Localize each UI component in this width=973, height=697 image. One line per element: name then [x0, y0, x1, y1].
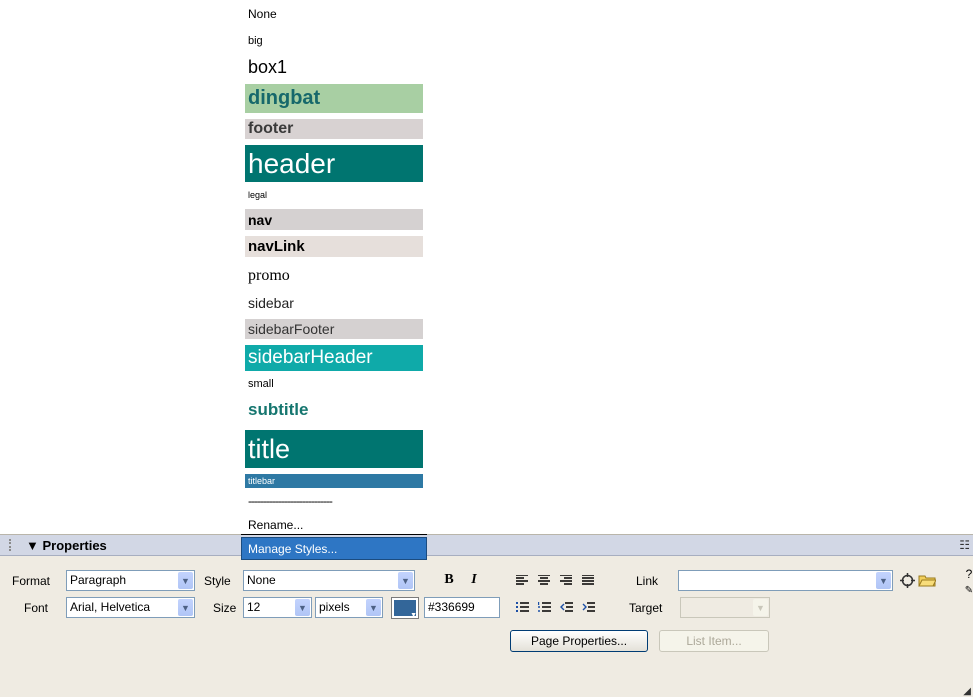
style-option-promo[interactable]: promo [245, 265, 423, 287]
chevron-down-icon[interactable]: ▼ [398, 572, 413, 589]
style-option-header[interactable]: header [245, 145, 423, 182]
properties-panel-header[interactable]: ▼ Properties ☷ [0, 535, 973, 556]
picker-arrow-icon: ▼ [410, 612, 417, 619]
align-left-icon[interactable] [513, 571, 531, 589]
outdent-icon[interactable] [557, 598, 575, 616]
style-label: Style [204, 574, 231, 588]
target-label: Target [629, 601, 663, 615]
manage-styles-option[interactable]: Manage Styles... [241, 537, 427, 560]
style-option-sidebarheader[interactable]: sidebarHeader [245, 345, 423, 371]
chevron-down-icon[interactable]: ▼ [178, 599, 193, 616]
style-option-sidebar[interactable]: sidebar [245, 293, 423, 313]
style-option-box1[interactable]: box1 [245, 56, 423, 78]
style-option-nav[interactable]: nav [245, 209, 423, 230]
quick-tag-editor-icon[interactable]: ✎ [960, 581, 973, 599]
style-value: None [247, 573, 276, 587]
unordered-list-icon[interactable] [513, 598, 531, 616]
font-label: Font [24, 601, 49, 615]
bold-button[interactable]: B [440, 571, 458, 589]
units-select[interactable]: pixels ▼ [315, 597, 383, 618]
style-option-sidebarfooter[interactable]: sidebarFooter [245, 319, 423, 339]
menu-border [241, 534, 427, 535]
resize-grip-icon[interactable]: ◢ [963, 686, 971, 697]
format-select[interactable]: Paragraph ▼ [66, 570, 195, 591]
format-label: Format [12, 574, 51, 588]
style-option-titlebar[interactable]: titlebar [245, 474, 423, 488]
chevron-down-icon[interactable]: ▼ [366, 599, 381, 616]
properties-title-label: Properties [42, 538, 107, 553]
style-option-big[interactable]: big [245, 33, 423, 49]
style-option-navlink[interactable]: navLink [245, 236, 423, 257]
chevron-down-icon[interactable]: ▼ [178, 572, 193, 589]
indent-icon[interactable] [579, 598, 597, 616]
align-center-icon[interactable] [535, 571, 553, 589]
style-dropdown-list: None big box1 dingbat footer header lega… [241, 0, 427, 564]
justify-icon[interactable] [579, 571, 597, 589]
properties-panel-title[interactable]: ▼ Properties [26, 538, 107, 553]
style-option-subtitle[interactable]: subtitle [245, 398, 423, 422]
ordered-list-icon[interactable] [535, 598, 553, 616]
style-option-footer[interactable]: footer [245, 119, 423, 139]
style-option-none[interactable]: None [245, 5, 423, 23]
format-value: Paragraph [70, 573, 127, 587]
list-item-button[interactable]: List Item... [659, 630, 769, 652]
font-value: Arial, Helvetica [70, 600, 151, 614]
panel-grip-icon[interactable] [9, 539, 15, 551]
chevron-down-icon[interactable]: ▼ [295, 599, 310, 616]
page-properties-button[interactable]: Page Properties... [510, 630, 648, 652]
color-hex-value: #336699 [428, 600, 475, 614]
font-select[interactable]: Arial, Helvetica ▼ [66, 597, 195, 618]
style-option-title[interactable]: title [245, 430, 423, 468]
properties-panel: ▼ Properties ☷ Format Paragraph ▼ Style … [0, 534, 973, 697]
chevron-down-icon[interactable]: ▼ [753, 599, 768, 616]
target-select[interactable]: ▼ [680, 597, 770, 618]
chevron-down-icon[interactable]: ▼ [876, 572, 891, 589]
link-label: Link [636, 574, 659, 588]
menu-separator: ---------------------------- [248, 494, 333, 508]
rename-style-option[interactable]: Rename... [245, 515, 423, 534]
align-right-icon[interactable] [557, 571, 575, 589]
style-option-legal[interactable]: legal [245, 188, 423, 202]
size-label: Size [213, 601, 237, 615]
link-input[interactable]: ▼ [678, 570, 893, 591]
size-select[interactable]: 12 ▼ [243, 597, 312, 618]
style-option-dingbat[interactable]: dingbat [245, 84, 423, 113]
style-select[interactable]: None ▼ [243, 570, 415, 591]
browse-folder-icon[interactable] [918, 571, 936, 589]
color-hex-input[interactable]: #336699 [424, 597, 500, 618]
style-option-small[interactable]: small [245, 376, 423, 392]
panel-options-menu-icon[interactable]: ☷ [959, 538, 970, 552]
text-color-picker[interactable]: ▼ [391, 597, 419, 619]
point-to-file-icon[interactable] [898, 571, 916, 589]
italic-button[interactable]: I [465, 571, 483, 589]
